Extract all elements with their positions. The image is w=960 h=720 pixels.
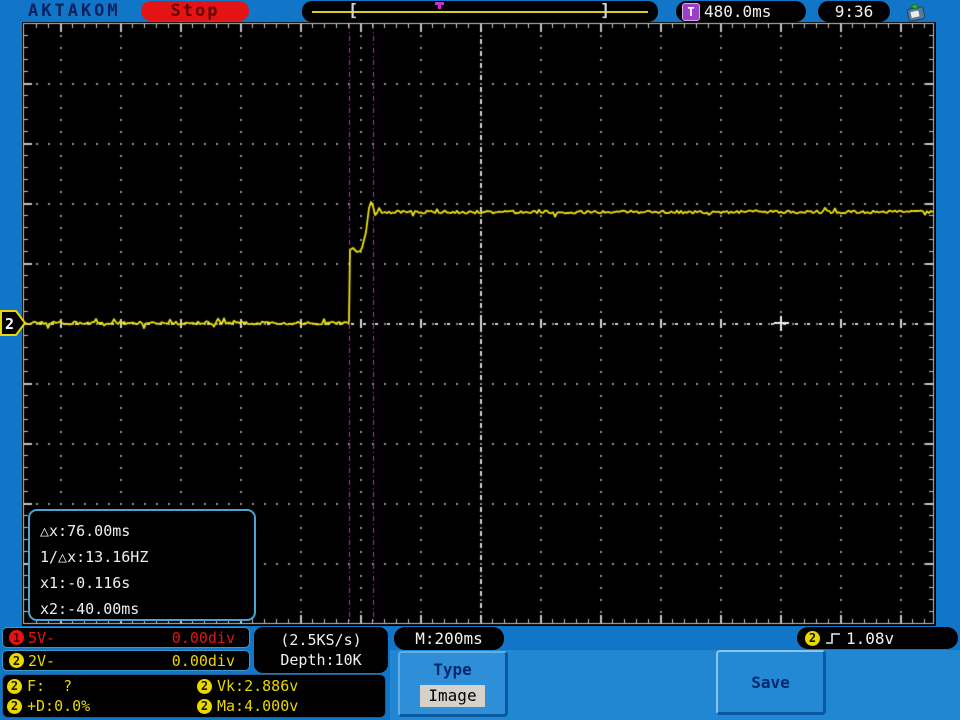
cursor-readout-box: △x:76.00ms 1/△x:13.16HZ x1:-0.116s x2:-4… <box>28 509 256 621</box>
save-button-label: Save <box>751 672 790 692</box>
channel2-badge: 2 <box>9 653 24 668</box>
measurement-vk: 2 Vk:2.886v <box>197 677 381 695</box>
channel2-marker-label: 2 <box>5 315 14 333</box>
channel1-status-row: 1 5V- 0.00div <box>2 627 250 648</box>
channel2-position-marker: 2 <box>0 310 26 336</box>
rising-edge-icon <box>826 632 840 644</box>
brand-logo: AKTAKOM <box>28 1 121 21</box>
trigger-time-value: 480.0ms <box>704 2 772 21</box>
trigger-position-marker <box>435 2 444 9</box>
channel2-scale: 2V- <box>28 651 56 670</box>
measurement-frequency: 2 F: ? <box>7 677 197 695</box>
usb-drive-icon <box>906 3 926 22</box>
sweep-line <box>312 11 648 13</box>
trigger-time-pill: T 480.0ms <box>676 1 806 22</box>
window-left-bracket: [ <box>348 1 359 21</box>
channel1-badge: 1 <box>9 630 24 645</box>
cursor-x2: x2:-40.00ms <box>40 600 140 618</box>
measurement-channel-badge: 2 <box>7 698 22 714</box>
measurement-channel-badge: 2 <box>197 678 212 694</box>
cursor-inv-dx: 1/△x:13.16HZ <box>40 548 149 566</box>
type-button-label: Type <box>433 660 472 679</box>
channel2-status-row: 2 2V- 0.00div <box>2 650 250 671</box>
timebase-pill: M:200ms <box>394 627 504 650</box>
type-button[interactable]: Type Image <box>398 651 508 717</box>
sample-rate: (2.5KS/s) <box>280 631 362 649</box>
measurement-max: 2 Ma:4.000v <box>197 697 381 715</box>
acquisition-status-badge: Stop <box>141 1 249 21</box>
measurements-box: 2 F: ? 2 Vk:2.886v 2 +D:0.0% 2 Ma:4.000v <box>2 674 386 718</box>
measurement-channel-badge: 2 <box>7 678 22 694</box>
channel2-offset: 0.00div <box>171 651 235 670</box>
acquisition-status-label: Stop <box>170 1 220 21</box>
oscilloscope-screen: AKTAKOM Stop [ ] T 480.0ms 9:36 2 △x:76.… <box>0 0 960 720</box>
sweep-position-bar: [ ] <box>302 1 658 22</box>
trigger-level-pill: 2 1.08v <box>797 627 958 649</box>
save-button[interactable]: Save <box>716 650 826 715</box>
acquisition-info-box: (2.5KS/s) Depth:10K <box>254 627 388 673</box>
trigger-level-value: 1.08v <box>846 628 895 648</box>
clock: 9:36 <box>818 1 890 22</box>
channel1-offset: 0.00div <box>171 628 235 647</box>
type-selected-value[interactable]: Image <box>420 685 485 707</box>
record-depth: Depth:10K <box>280 651 362 669</box>
trigger-source-badge: 2 <box>805 630 820 646</box>
channel1-scale: 5V- <box>28 628 56 647</box>
trigger-t-icon: T <box>682 2 700 21</box>
window-right-bracket: ] <box>600 1 611 21</box>
measurement-channel-badge: 2 <box>197 698 212 714</box>
measurement-duty: 2 +D:0.0% <box>7 697 197 715</box>
cursor-x1: x1:-0.116s <box>40 574 131 592</box>
cursor-dx: △x:76.00ms <box>40 522 131 540</box>
